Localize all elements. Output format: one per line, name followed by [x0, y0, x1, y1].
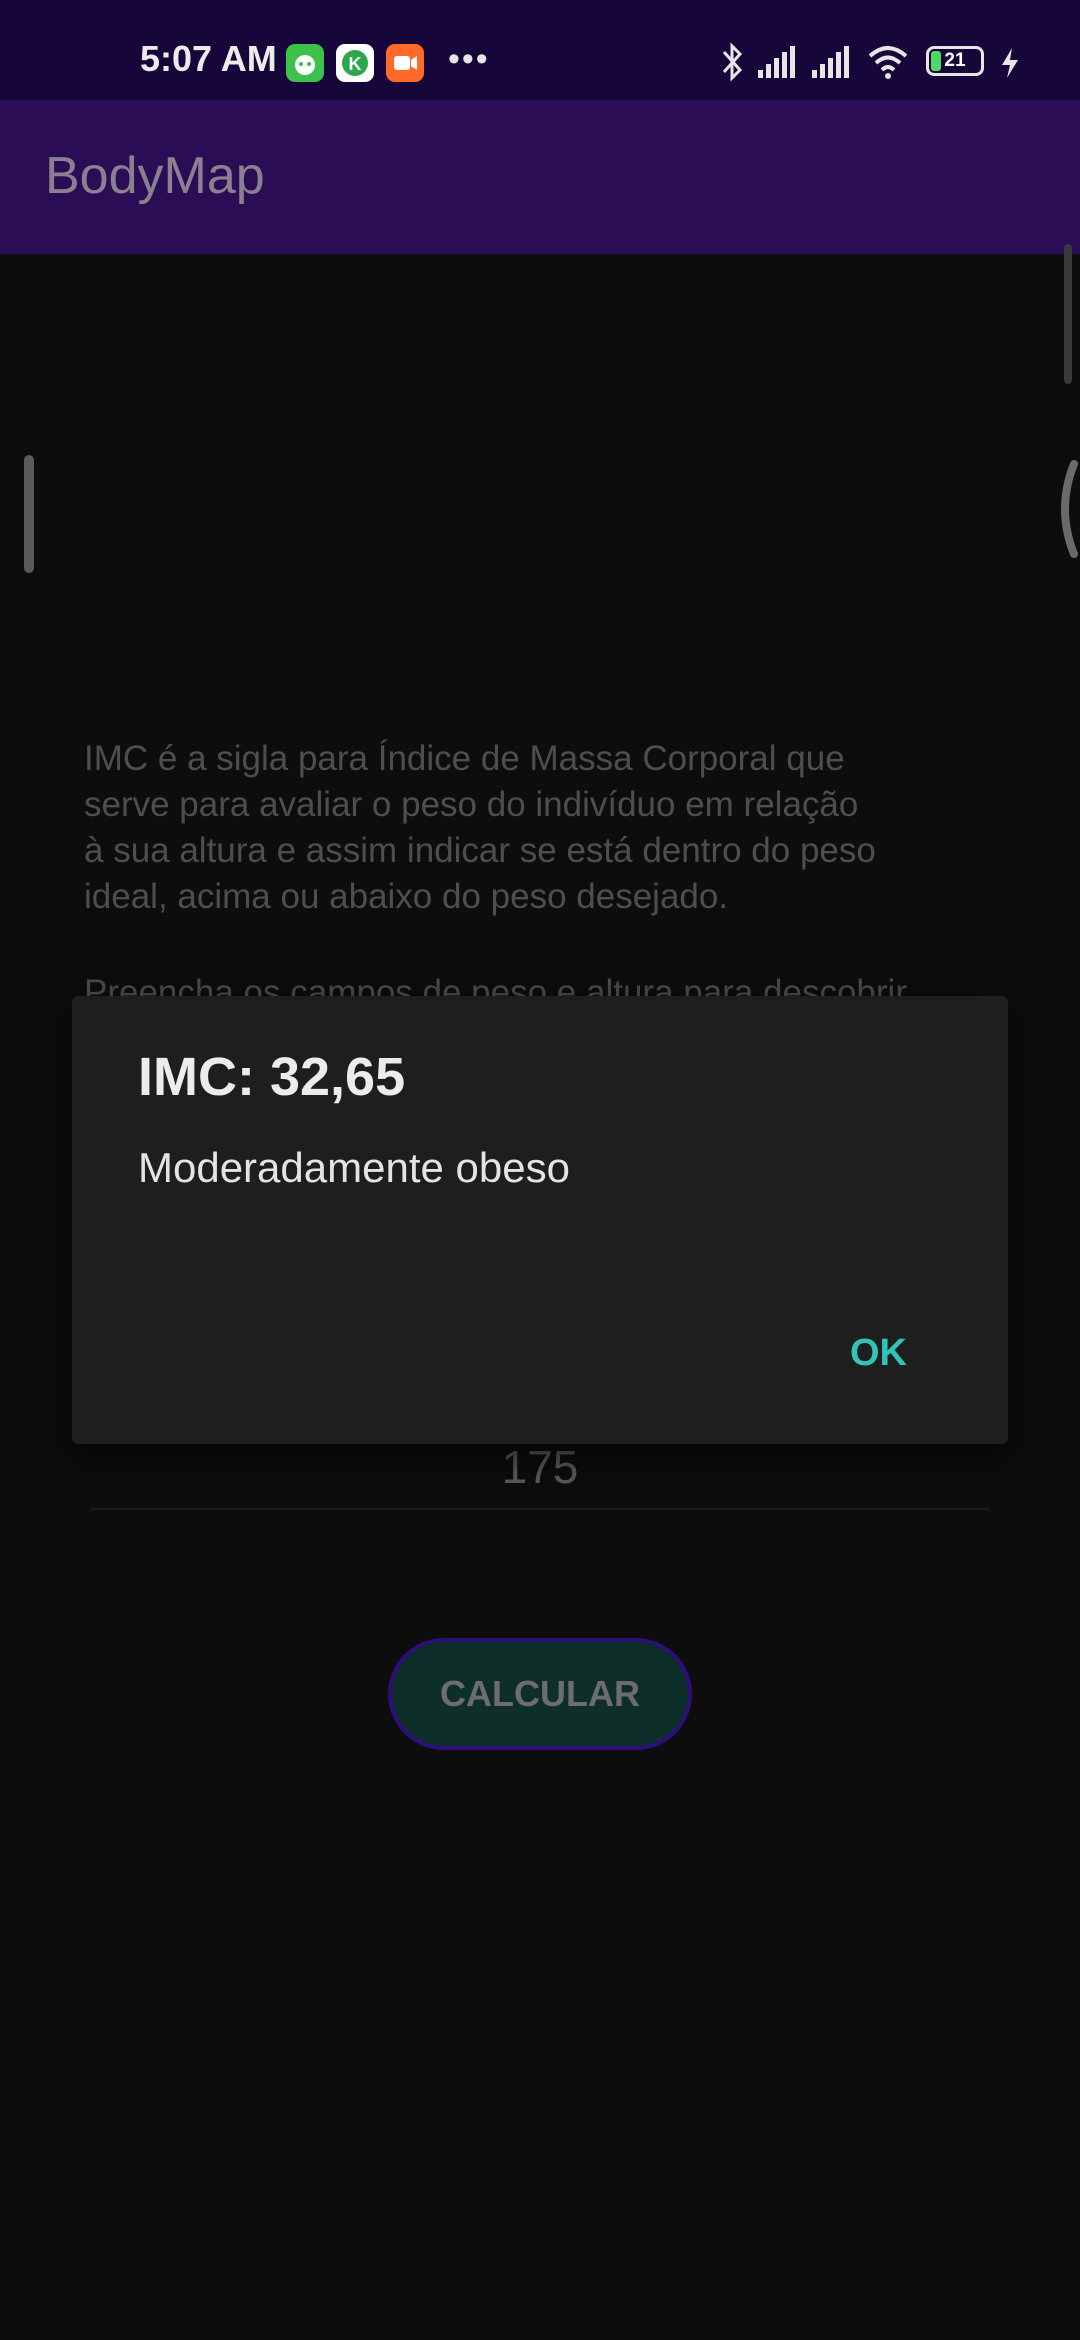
right-edge-gesture-handle[interactable] — [1050, 460, 1080, 558]
app-title: BodyMap — [45, 147, 265, 205]
charging-icon — [1002, 48, 1018, 78]
wifi-icon — [868, 46, 908, 79]
signal-icon-1 — [758, 46, 795, 78]
battery-level: 21 — [944, 50, 966, 71]
svg-text:K: K — [349, 54, 362, 74]
bluetooth-icon — [722, 42, 743, 82]
status-time: 5:07 AM — [140, 38, 277, 79]
dialog-message: Moderadamente obeso — [138, 1144, 570, 1191]
ok-button[interactable]: OK — [842, 1326, 915, 1381]
status-bar: 5:07 AM K ••• 21 — [0, 0, 1080, 100]
calculate-button[interactable]: CALCULAR — [388, 1638, 692, 1750]
height-input[interactable]: 175 — [0, 1440, 1080, 1494]
imc-info-paragraph: IMC é a sigla para Índice de Massa Corpo… — [84, 739, 876, 916]
left-edge-gesture-handle[interactable] — [24, 455, 34, 573]
battery-fill — [931, 51, 941, 71]
result-dialog: IMC: 32,65 Moderadamente obeso OK — [72, 996, 1008, 1444]
app-bar: BodyMap — [0, 100, 1080, 254]
dialog-title: IMC: 32,65 — [138, 1047, 406, 1107]
height-input-underline — [90, 1508, 990, 1510]
battery-icon: 21 — [926, 46, 984, 76]
imc-instructions: Preencha os campos de peso e altura para… — [84, 973, 907, 996]
more-notifications-icon: ••• — [448, 40, 490, 78]
video-camera-icon — [386, 44, 424, 82]
signal-icon-2 — [812, 46, 849, 78]
android-robot-icon — [286, 44, 324, 82]
k-app-icon: K — [336, 44, 374, 82]
scrollbar[interactable] — [1064, 244, 1072, 384]
